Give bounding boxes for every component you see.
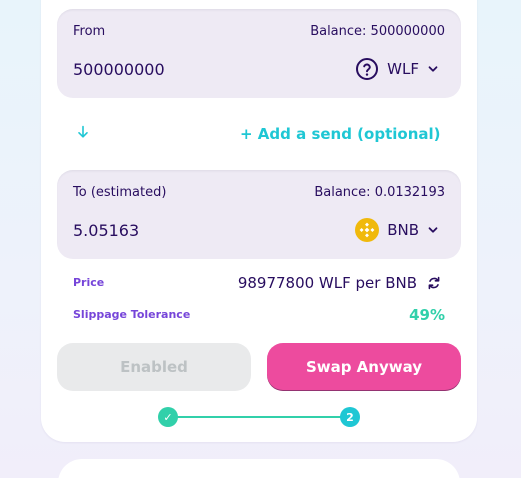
from-label: From bbox=[73, 24, 106, 39]
price-value: 98977800 WLF per BNB bbox=[237, 274, 417, 292]
price-label: Price bbox=[73, 276, 105, 289]
arrow-down-icon[interactable] bbox=[76, 125, 90, 139]
stepper-line bbox=[168, 416, 350, 418]
add-send-button[interactable]: + Add a send (optional) bbox=[240, 125, 441, 143]
from-token-select[interactable]: WLF bbox=[355, 57, 439, 81]
to-panel: To (estimated) Balance: 0.0132193 5.0516… bbox=[57, 170, 461, 259]
to-label: To (estimated) bbox=[73, 185, 167, 200]
to-amount-input[interactable]: 5.05163 bbox=[73, 221, 139, 240]
bottom-card bbox=[58, 459, 460, 478]
to-token-select[interactable]: BNB bbox=[355, 218, 439, 242]
enabled-button[interactable]: Enabled bbox=[57, 343, 251, 391]
from-amount-input[interactable]: 500000000 bbox=[73, 60, 165, 79]
chevron-down-icon bbox=[428, 227, 438, 233]
from-panel: From Balance: 500000000 500000000 WLF bbox=[57, 9, 461, 98]
slippage-label: Slippage Tolerance bbox=[73, 308, 191, 321]
swap-anyway-button[interactable]: Swap Anyway bbox=[267, 343, 461, 391]
chevron-down-icon bbox=[428, 66, 438, 72]
to-token-symbol: BNB bbox=[387, 221, 419, 239]
from-balance: Balance: 500000000 bbox=[310, 24, 445, 39]
progress-stepper: ✓ 2 bbox=[158, 407, 360, 427]
slippage-value[interactable]: 49% bbox=[409, 306, 445, 324]
from-token-symbol: WLF bbox=[387, 60, 419, 78]
help-circle-icon bbox=[356, 58, 379, 80]
step-1-check-icon: ✓ bbox=[158, 407, 178, 427]
step-2-indicator: 2 bbox=[340, 407, 360, 427]
to-balance: Balance: 0.0132193 bbox=[314, 185, 445, 200]
refresh-icon[interactable] bbox=[425, 274, 443, 292]
bnb-icon bbox=[355, 218, 380, 242]
